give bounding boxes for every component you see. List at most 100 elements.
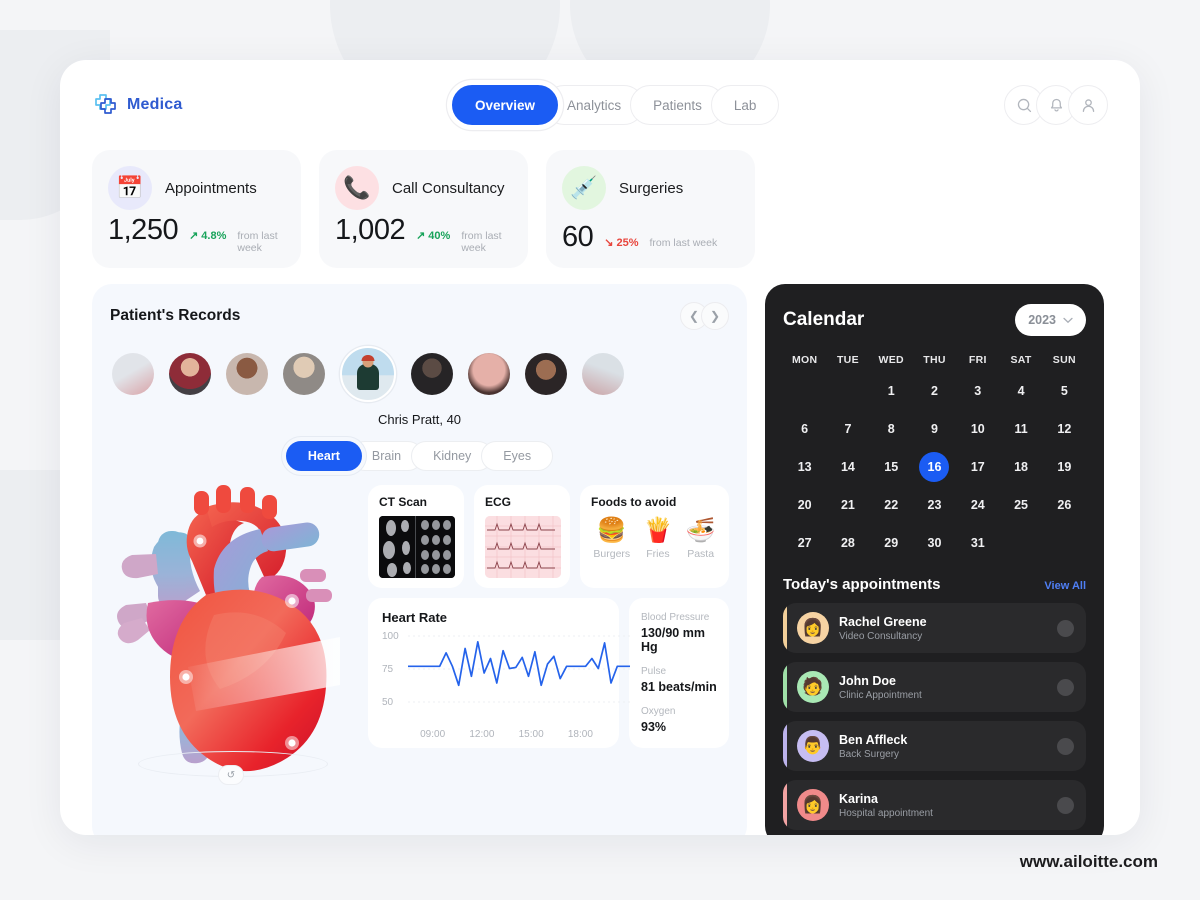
- patient-records-header: Patient's Records ❮ ❯: [110, 302, 729, 330]
- calendar-day-number: 21: [840, 498, 855, 512]
- calendar-day-31[interactable]: 31: [956, 528, 999, 558]
- x-tick-1500: 15:00: [518, 729, 544, 740]
- view-all-link[interactable]: View All: [1044, 580, 1086, 592]
- calendar-day-26[interactable]: 26: [1043, 490, 1086, 520]
- stat-card-call-consultancy[interactable]: 📞 Call Consultancy 1,002 ↗ 40% from last …: [319, 150, 528, 268]
- ecg-card[interactable]: ECG: [474, 485, 570, 588]
- user-icon[interactable]: [1068, 85, 1108, 125]
- year-value: 2023: [1028, 313, 1056, 327]
- calendar-day-2[interactable]: 2: [913, 376, 956, 406]
- stat-label: Surgeries: [619, 179, 684, 197]
- calendar-day-4[interactable]: 4: [999, 376, 1042, 406]
- tab-lab[interactable]: Lab: [710, 85, 780, 125]
- chevron-right-icon[interactable]: ❯: [701, 302, 729, 330]
- appointment-status-dot[interactable]: [1057, 796, 1074, 814]
- syringe-icon: 💉: [562, 166, 606, 210]
- avatar-selected-chris-pratt[interactable]: [340, 346, 396, 402]
- appointments-list: 👩 Rachel Greene Video Consultancy 🧑 John…: [783, 603, 1086, 830]
- calendar-panel: Calendar 2023 MON TUE WED THU FRI SAT SU…: [765, 284, 1104, 835]
- calendar-day-24[interactable]: 24: [956, 490, 999, 520]
- calendar-day-3[interactable]: 3: [956, 376, 999, 406]
- calendar-day-10[interactable]: 10: [956, 414, 999, 444]
- calendar-day-18[interactable]: 18: [999, 452, 1042, 482]
- calendar-day-number: 27: [797, 536, 812, 550]
- avatar[interactable]: [582, 353, 624, 395]
- vitals-card: Blood Pressure 130/90 mm Hg Pulse 81 bea…: [629, 598, 729, 748]
- foods-to-avoid-card[interactable]: Foods to avoid 🍔 Burgers 🍟 Fries 🍜 Pasta: [580, 485, 729, 588]
- calendar-day-15[interactable]: 15: [870, 452, 913, 482]
- tab-overview[interactable]: Overview: [452, 85, 559, 125]
- calendar-day-number: 31: [970, 536, 985, 550]
- calendar-day-29[interactable]: 29: [870, 528, 913, 558]
- calendar-day-number: 12: [1057, 422, 1072, 436]
- appointment-item-ben-affleck[interactable]: 👨 Ben Affleck Back Surgery: [783, 721, 1086, 771]
- calendar-day-20[interactable]: 20: [783, 490, 826, 520]
- rotate-icon[interactable]: ↺: [218, 765, 244, 785]
- calendar-day-27[interactable]: 27: [783, 528, 826, 558]
- calendar-day-19[interactable]: 19: [1043, 452, 1086, 482]
- avatar[interactable]: [283, 353, 325, 395]
- organ-tab-heart[interactable]: Heart: [285, 441, 362, 471]
- stats-row: 📅 Appointments 1,250 ↗ 4.8% from last wee…: [60, 150, 1140, 268]
- calendar-day-number: 24: [970, 498, 985, 512]
- vital-value: 130/90 mm Hg: [641, 626, 705, 654]
- calendar-day-14[interactable]: 14: [826, 452, 869, 482]
- brand-name: Medica: [127, 96, 183, 113]
- calendar-day-8[interactable]: 8: [870, 414, 913, 444]
- avatar[interactable]: [112, 353, 154, 395]
- calendar-day-12[interactable]: 12: [1043, 414, 1086, 444]
- calendar-day-number: 5: [1060, 384, 1068, 398]
- y-tick-75: 75: [382, 664, 394, 675]
- appointment-item-rachel-greene[interactable]: 👩 Rachel Greene Video Consultancy: [783, 603, 1086, 653]
- appointment-type: Clinic Appointment: [839, 689, 922, 701]
- heart-rate-card[interactable]: Heart Rate 100 75 50 09:00 12:00 15:00 1…: [368, 598, 630, 748]
- patient-avatar-carousel: [110, 346, 729, 402]
- appointment-item-karina[interactable]: 👩 Karina Hospital appointment: [783, 780, 1086, 830]
- stat-card-appointments[interactable]: 📅 Appointments 1,250 ↗ 4.8% from last wee…: [92, 150, 301, 268]
- calendar-day-number: 1: [887, 384, 895, 398]
- calendar-day-5[interactable]: 5: [1043, 376, 1086, 406]
- calendar-blank-cell: [783, 376, 826, 406]
- calendar-day-number: 9: [931, 422, 938, 436]
- appointment-status-dot[interactable]: [1057, 619, 1074, 637]
- appointment-status-dot[interactable]: [1057, 737, 1074, 755]
- ct-scan-image: [379, 516, 455, 578]
- calendar-day-16[interactable]: 16: [913, 452, 956, 482]
- ct-scan-card[interactable]: CT Scan: [368, 485, 464, 588]
- calendar-day-28[interactable]: 28: [826, 528, 869, 558]
- calendar-day-1[interactable]: 1: [870, 376, 913, 406]
- year-dropdown[interactable]: 2023: [1015, 304, 1086, 336]
- stat-label: Call Consultancy: [392, 179, 505, 197]
- avatar[interactable]: [525, 353, 567, 395]
- calendar-day-30[interactable]: 30: [913, 528, 956, 558]
- calendar-day-7[interactable]: 7: [826, 414, 869, 444]
- stat-value: 1,250: [108, 214, 179, 246]
- avatar[interactable]: [169, 353, 211, 395]
- diagnostics-bottom-row: Heart Rate 100 75 50 09:00 12:00 15:00 1…: [368, 598, 729, 748]
- brand-logo[interactable]: Medica: [92, 90, 412, 121]
- calendar-day-9[interactable]: 9: [913, 414, 956, 444]
- calendar-day-6[interactable]: 6: [783, 414, 826, 444]
- avatar[interactable]: [226, 353, 268, 395]
- tab-analytics[interactable]: Analytics: [544, 85, 645, 125]
- calendar-blank-cell: [826, 376, 869, 406]
- avatar[interactable]: [411, 353, 453, 395]
- calendar-day-17[interactable]: 17: [956, 452, 999, 482]
- calendar-grid: 1 2 3 4 5 6 7 8 9 10 11 12 13 14 15 16 17 18 19 20 21 22 23 24 2…: [783, 376, 1086, 558]
- ecg-title: ECG: [485, 495, 512, 509]
- stat-subtext: from last week: [461, 230, 502, 254]
- calendar-day-11[interactable]: 11: [999, 414, 1042, 444]
- calendar-day-selected: 16: [919, 452, 950, 482]
- appointment-item-john-doe[interactable]: 🧑 John Doe Clinic Appointment: [783, 662, 1086, 712]
- calendar-day-21[interactable]: 21: [826, 490, 869, 520]
- appointment-color-bar: [783, 780, 787, 830]
- stat-card-surgeries[interactable]: 💉 Surgeries 60 ↘ 25% from last week: [546, 150, 755, 268]
- calendar-day-13[interactable]: 13: [783, 452, 826, 482]
- organ-tab-eyes[interactable]: Eyes: [481, 441, 554, 471]
- calendar-day-25[interactable]: 25: [999, 490, 1042, 520]
- appointment-status-dot[interactable]: [1057, 678, 1074, 696]
- avatar[interactable]: [468, 353, 510, 395]
- calendar-day-22[interactable]: 22: [870, 490, 913, 520]
- calendar-day-23[interactable]: 23: [913, 490, 956, 520]
- appointment-name: Rachel Greene: [839, 614, 927, 629]
